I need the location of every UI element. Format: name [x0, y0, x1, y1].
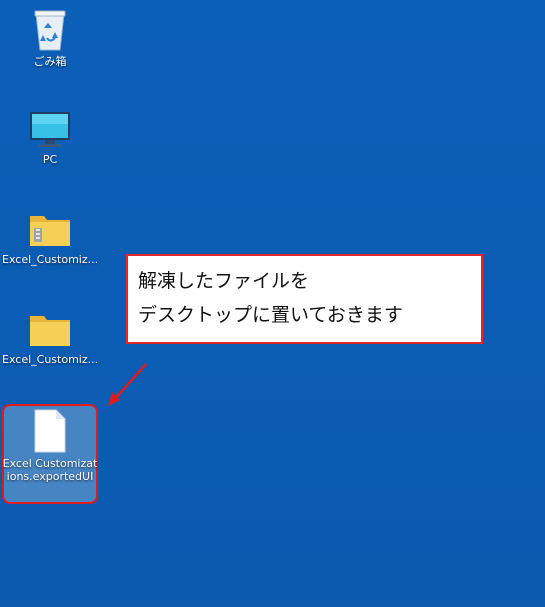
instruction-callout: 解凍したファイルを デスクトップに置いておきます — [126, 254, 483, 344]
callout-line-2: デスクトップに置いておきます — [138, 304, 403, 326]
monitor-icon — [30, 112, 70, 147]
desktop-icon-recycle-bin[interactable]: ごみ箱 — [2, 8, 98, 68]
desktop-icon-zip-folder[interactable]: Excel_Customiz... — [2, 208, 98, 266]
recycle-bin-icon — [34, 10, 66, 51]
desktop-icon-folder[interactable]: Excel_Customiz... — [2, 308, 98, 366]
desktop-icon-exported-ui-file[interactable]: Excel Customizations.exportedUI — [2, 408, 98, 483]
desktop-icon-label: Excel_Customiz... — [2, 253, 98, 266]
file-icon — [34, 409, 66, 453]
pointer-arrow-icon — [108, 363, 147, 406]
desktop-icon-label: ごみ箱 — [33, 55, 67, 68]
desktop-icon-label: Excel_Customiz... — [2, 353, 98, 366]
desktop-icon-label: PC — [42, 153, 58, 166]
zip-folder-icon — [30, 216, 70, 246]
desktop-icon-label: Excel Customizations.exportedUI — [2, 457, 98, 483]
callout-line-1: 解凍したファイルを — [138, 270, 310, 292]
desktop-icon-pc[interactable]: PC — [2, 108, 98, 166]
folder-icon — [30, 316, 70, 346]
